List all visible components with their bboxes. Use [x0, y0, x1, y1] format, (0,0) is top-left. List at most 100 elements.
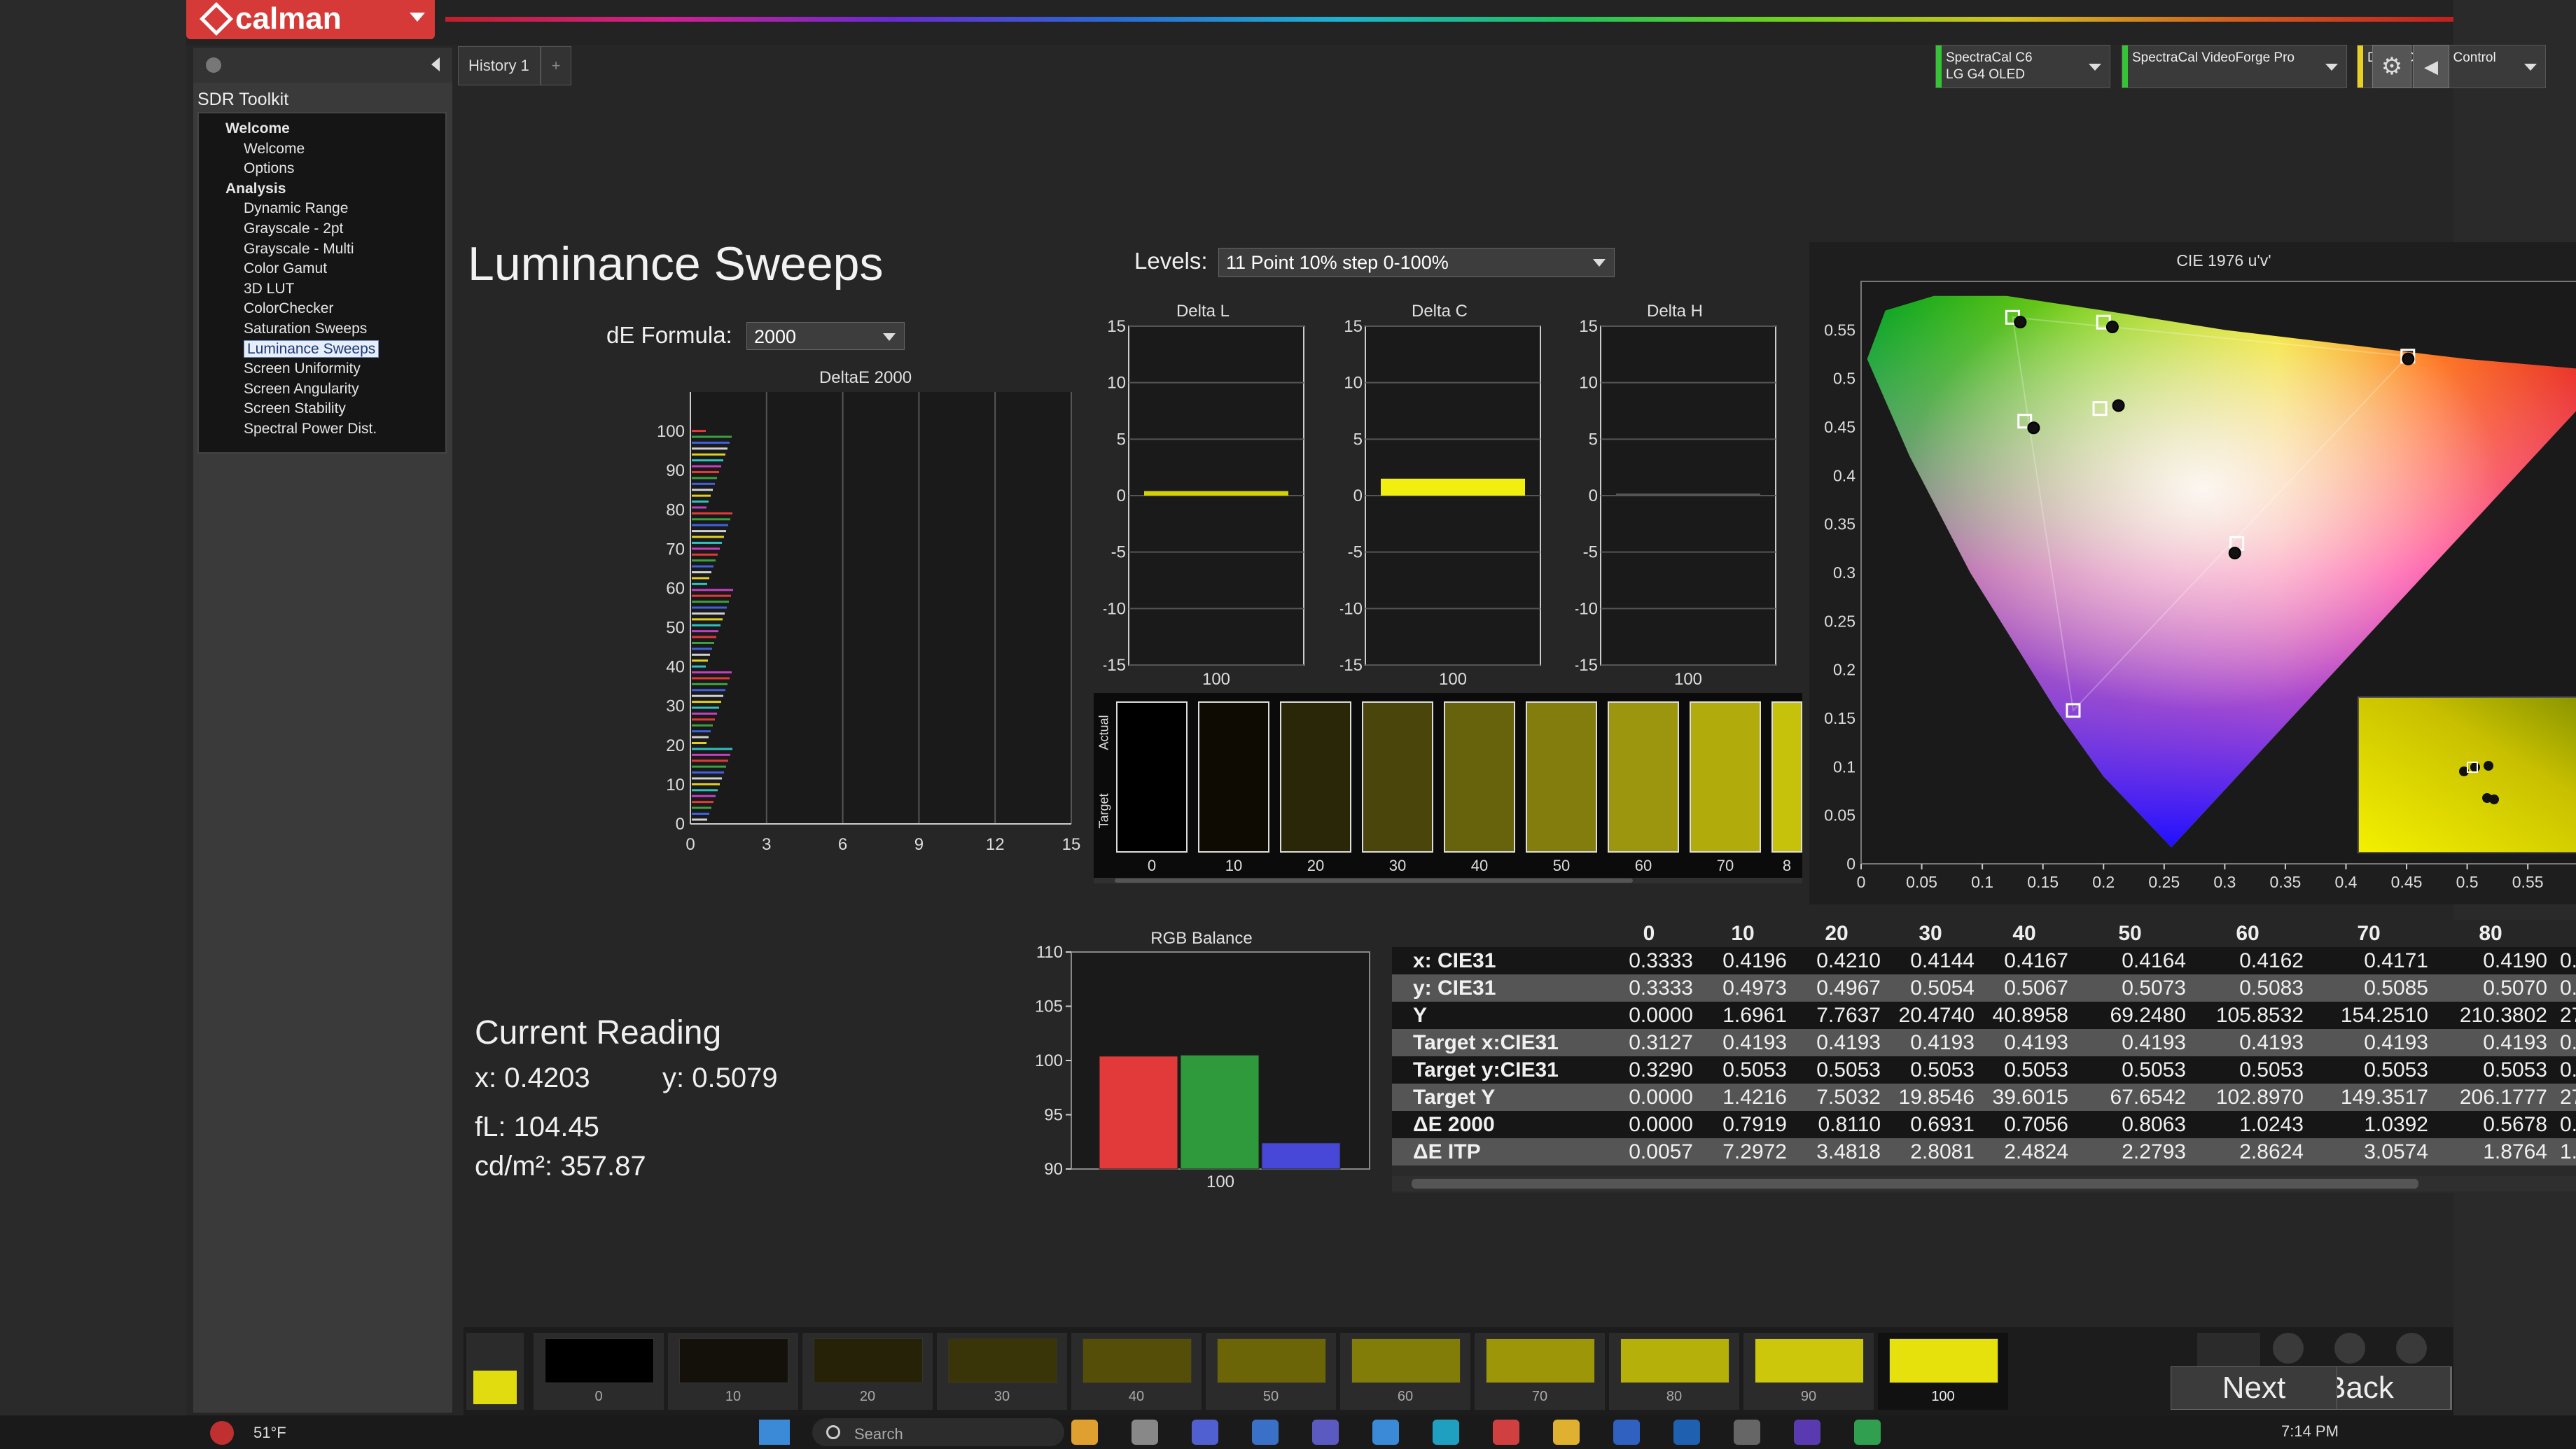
pattern-level-button[interactable]: 60 — [1340, 1333, 1470, 1410]
deltae-bar — [692, 736, 709, 738]
table-cell: 0.4 — [2560, 948, 2576, 972]
device-selector[interactable]: SpectraCal VideoForge Pro — [2122, 45, 2347, 88]
sidebar-item[interactable]: ColorChecker — [199, 299, 445, 319]
sidebar-item[interactable]: Spectral Power Dist. — [199, 419, 445, 440]
table-scrollbar[interactable] — [1392, 1176, 2576, 1191]
tab-history-1[interactable]: History 1 — [458, 46, 541, 85]
scrollbar-thumb[interactable] — [1115, 878, 1633, 883]
table-cell: 0.5678 — [2483, 1112, 2547, 1136]
row-label: Y — [1413, 1003, 1428, 1027]
pattern-level-button[interactable]: 70 — [1475, 1333, 1605, 1410]
start-icon[interactable] — [759, 1420, 790, 1445]
sidebar-item[interactable]: Welcome — [199, 119, 445, 139]
taskbar-app-icon[interactable] — [1613, 1420, 1640, 1445]
deltae-bar — [692, 818, 707, 821]
taskbar-search[interactable]: Search — [812, 1418, 1064, 1446]
taskbar-app-icon[interactable] — [1553, 1420, 1580, 1445]
scrollbar-thumb[interactable] — [1412, 1179, 2418, 1189]
sidebar-item[interactable]: Dynamic Range — [199, 199, 445, 219]
row-label: ΔE 2000 — [1413, 1112, 1495, 1136]
levels-select[interactable]: 11 Point 10% step 0-100% — [1218, 248, 1615, 277]
pattern-level-button[interactable]: 0 — [534, 1333, 664, 1410]
current-color-swatch[interactable] — [466, 1333, 524, 1410]
save-icon[interactable] — [2396, 1333, 2427, 1364]
table-cell: 0.5085 — [2364, 976, 2428, 1000]
y-tick-label: -10 — [1575, 599, 1598, 618]
sidebar-item[interactable]: Analysis — [199, 179, 445, 200]
pattern-level-button[interactable]: 10 — [668, 1333, 798, 1410]
deltae-bar — [692, 465, 721, 468]
gear-icon[interactable]: ⚙ — [2372, 45, 2411, 88]
column-header: 30 — [1884, 920, 1977, 947]
table-cell: 1.0392 — [2364, 1112, 2428, 1136]
table-cell: 0.4171 — [2364, 948, 2428, 972]
sidebar-item[interactable]: 3D LUT — [199, 279, 445, 300]
delta-chart-delta-l: Delta L 15 10 5 0 -5 -10 -15 100 — [1103, 302, 1304, 689]
collapse-left-icon[interactable] — [431, 57, 440, 71]
pattern-level-label: 70 — [1531, 1389, 1548, 1404]
taskbar-app-icon[interactable] — [1192, 1420, 1218, 1445]
y-tick-label: 10 — [1107, 374, 1126, 393]
taskbar-app-icon[interactable] — [1673, 1420, 1700, 1445]
sidebar-item[interactable]: Saturation Sweeps — [199, 319, 445, 340]
de-formula-select[interactable]: 2000 — [746, 322, 905, 350]
device-selector[interactable]: SpectraCal C6 LG G4 OLED — [1935, 45, 2110, 88]
taskbar-app-icon[interactable] — [1493, 1420, 1519, 1445]
taskbar-app-icon[interactable] — [1734, 1420, 1760, 1445]
calman-logo-button[interactable]: calman — [186, 0, 435, 39]
pin-icon[interactable] — [206, 57, 221, 73]
level-swatch — [1116, 701, 1188, 853]
sidebar-item[interactable]: Color Gamut — [199, 259, 445, 279]
pattern-level-button[interactable]: 100 — [1878, 1333, 2008, 1410]
play-icon[interactable] — [2334, 1333, 2365, 1364]
sidebar-item[interactable]: Screen Stability — [199, 399, 445, 419]
sidebar-item[interactable]: Welcome — [199, 139, 445, 160]
device-status-bar — [1936, 46, 1942, 88]
swatch-scrollbar[interactable] — [1094, 878, 1802, 883]
taskbar-app-icon[interactable] — [1312, 1420, 1339, 1445]
pattern-level-button[interactable]: 80 — [1609, 1333, 1739, 1410]
table-cell: 0.5053 — [2239, 1058, 2304, 1082]
left-panel: SDR Toolkit Welcome Welcome Options Analysi… — [193, 48, 452, 1413]
sidebar-item[interactable]: Options — [199, 159, 445, 179]
y-tick-label: 5 — [1589, 430, 1598, 449]
rgb-category-label: 100 — [1206, 1172, 1234, 1191]
table-cell: 0.3333 — [1629, 948, 1693, 972]
deltae-bar — [692, 730, 711, 733]
inset-actual-marker — [2489, 794, 2499, 804]
pattern-level-button[interactable]: 90 — [1743, 1333, 1874, 1410]
sidebar-item[interactable]: Grayscale - Multi — [199, 239, 445, 260]
pattern-level-button[interactable]: 20 — [802, 1333, 933, 1410]
sidebar-item[interactable]: Grayscale - 2pt — [199, 219, 445, 239]
table-cell: 154.2510 — [2340, 1003, 2428, 1027]
pattern-level-button[interactable]: 40 — [1071, 1333, 1202, 1410]
table-cell: 39.6015 — [1992, 1085, 2068, 1109]
taskbar-app-icon[interactable] — [1252, 1420, 1279, 1445]
table-cell: 0.4973 — [1722, 976, 1787, 1000]
taskbar-app-icon[interactable] — [1132, 1420, 1158, 1445]
search-icon — [826, 1425, 840, 1439]
sidebar-item[interactable]: Screen Uniformity — [199, 359, 445, 379]
y-tick-label: 110 — [1036, 943, 1063, 962]
sidebar-item[interactable]: Luminance Sweeps — [199, 340, 445, 360]
sidebar-item[interactable]: Screen Angularity — [199, 379, 445, 400]
taskbar-app-icon[interactable] — [1433, 1420, 1459, 1445]
y-tick-label: 50 — [666, 619, 685, 638]
x-tick-label: 0.4 — [2334, 873, 2357, 891]
taskbar-app-icon[interactable] — [1372, 1420, 1399, 1445]
x-tick-label: 3 — [762, 835, 771, 854]
pattern-level-button[interactable]: 30 — [937, 1333, 1067, 1410]
page-title: Luminance Sweeps — [468, 237, 884, 290]
taskbar-app-icon[interactable] — [1854, 1420, 1881, 1445]
next-button[interactable]: Next — [2171, 1366, 2337, 1410]
weather-icon[interactable] — [210, 1421, 234, 1445]
add-tab-button[interactable]: + — [541, 46, 571, 85]
rgb-bar-r — [1099, 1056, 1178, 1170]
left-panel-header — [193, 48, 452, 83]
pattern-level-button[interactable]: 50 — [1206, 1333, 1336, 1410]
taskbar-app-icon[interactable] — [1794, 1420, 1820, 1445]
sidebar-item-label: Screen Angularity — [244, 380, 359, 397]
taskbar-app-icon[interactable] — [1071, 1420, 1098, 1445]
collapse-right-icon[interactable]: ◀ — [2413, 45, 2449, 88]
stop-icon[interactable] — [2273, 1333, 2304, 1364]
